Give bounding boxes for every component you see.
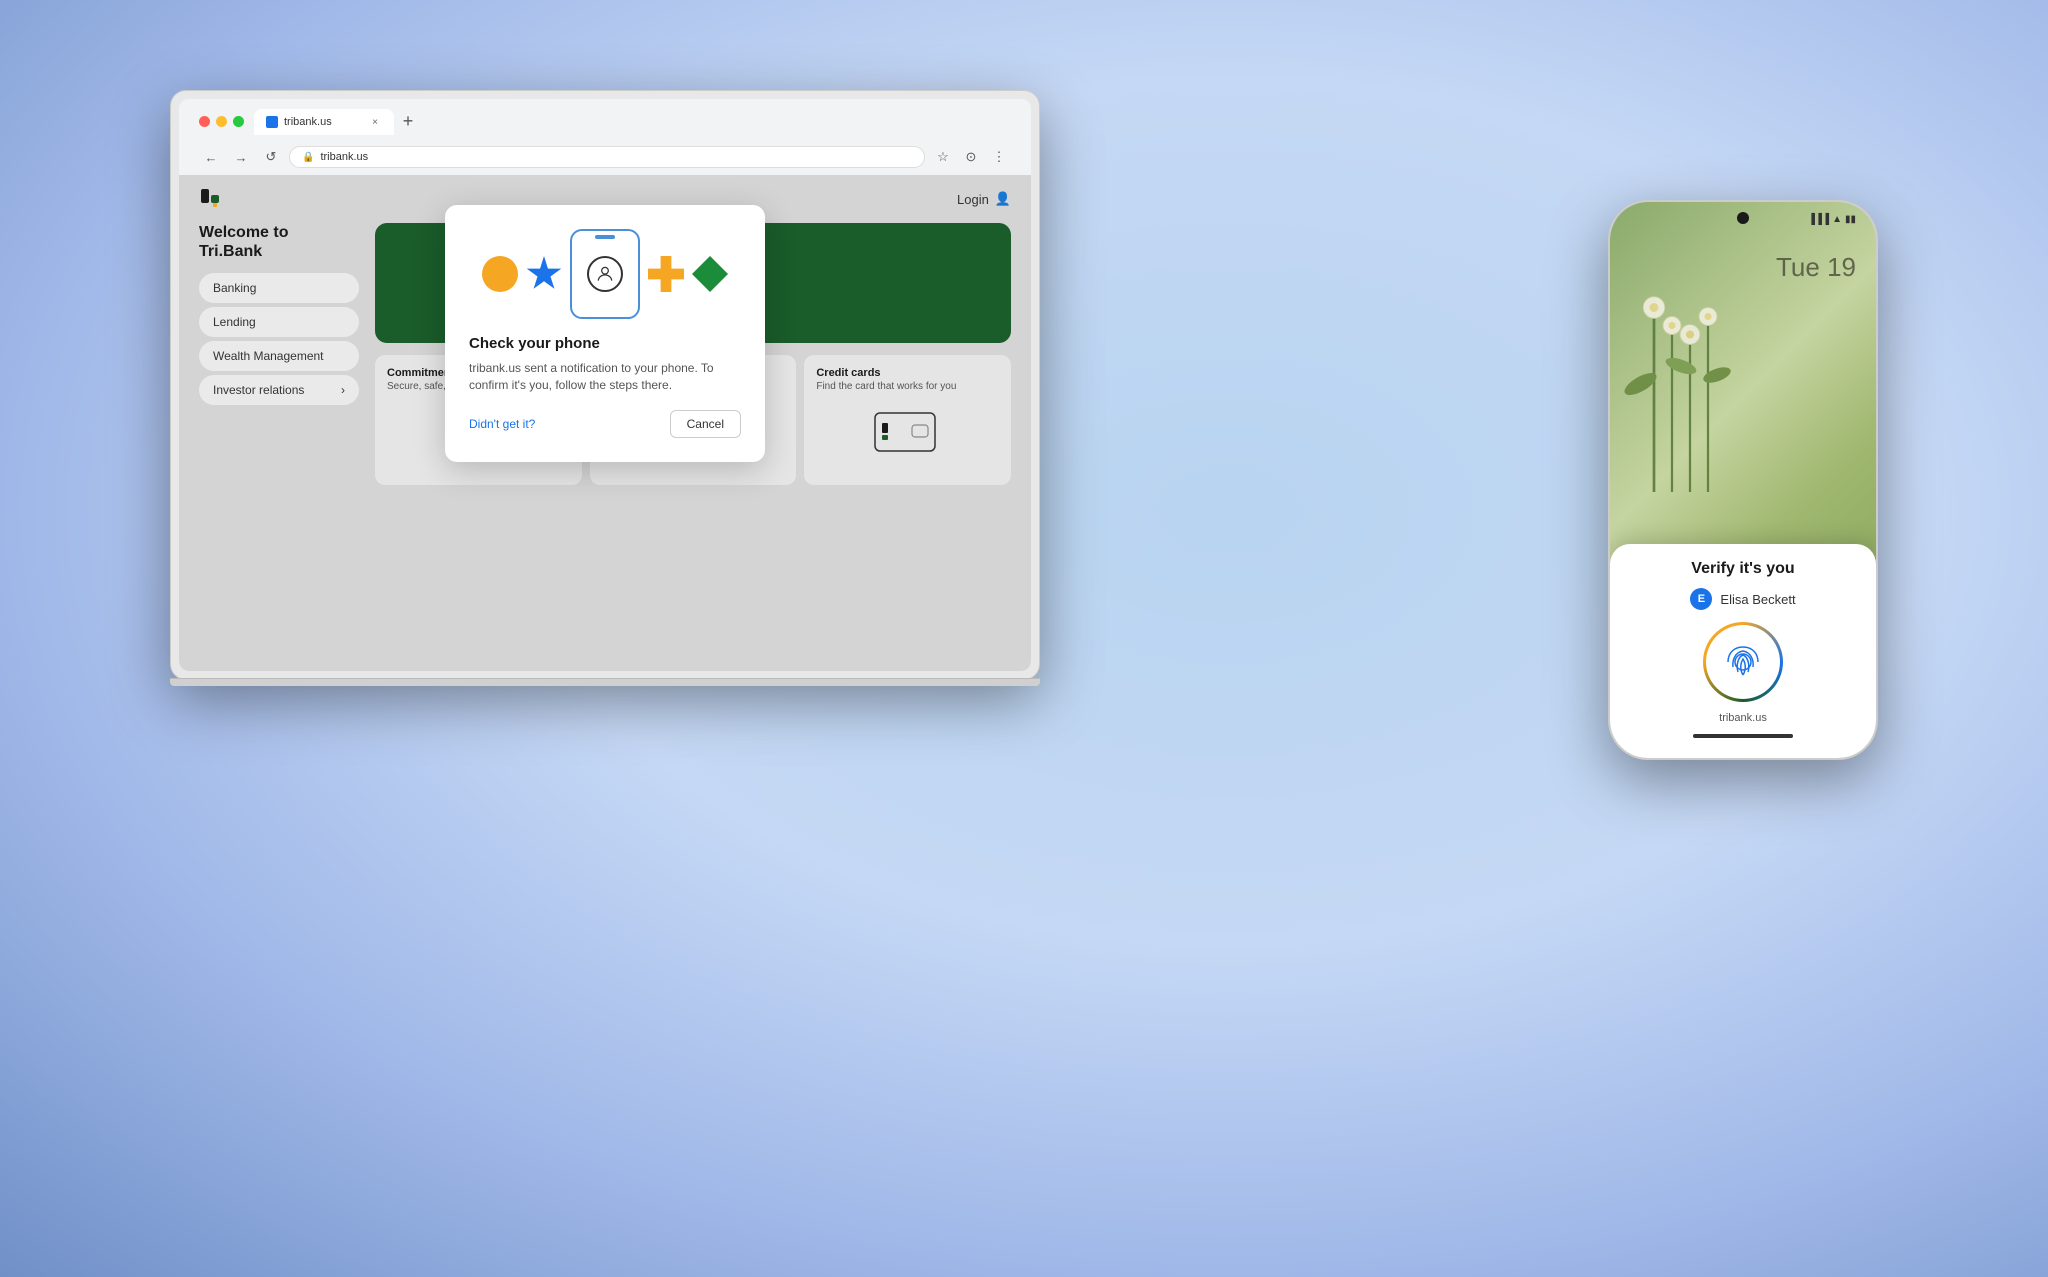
orange-cross-shape	[648, 256, 684, 292]
tab-label: tribank.us	[284, 116, 332, 128]
phone-notch	[595, 235, 615, 239]
verify-user: E Elisa Beckett	[1630, 588, 1856, 610]
dialog-icons	[469, 229, 741, 319]
dialog-title: Check your phone	[469, 335, 741, 352]
blue-star-shape	[526, 256, 562, 292]
laptop-body: tribank.us × + ← → ↺ 🔒 tribank.	[170, 90, 1040, 680]
didnt-get-it-link[interactable]: Didn't get it?	[469, 417, 535, 431]
verify-site: tribank.us	[1630, 712, 1856, 724]
browser-toolbar: ← → ↺ 🔒 tribank.us ☆ ⊙ ⋮	[189, 139, 1021, 175]
cancel-button[interactable]: Cancel	[670, 410, 741, 438]
dialog-body: tribank.us sent a notification to your p…	[469, 360, 741, 394]
browser-actions: ☆ ⊙ ⋮	[931, 145, 1011, 169]
verify-title: Verify it's you	[1630, 560, 1856, 578]
lock-icon: 🔒	[302, 152, 314, 163]
user-avatar: E	[1690, 588, 1712, 610]
close-traffic-light[interactable]	[199, 116, 210, 127]
person-icon	[587, 256, 623, 292]
browser-tab[interactable]: tribank.us ×	[254, 109, 394, 135]
wifi-icon: ▲	[1832, 214, 1842, 225]
tab-favicon	[266, 116, 278, 128]
wallpaper-flowers	[1610, 222, 1780, 492]
menu-button[interactable]: ⋮	[987, 145, 1011, 169]
laptop-base	[170, 678, 1040, 686]
dialog-actions: Didn't get it? Cancel	[469, 410, 741, 438]
user-name: Elisa Beckett	[1720, 592, 1795, 607]
fingerprint-container	[1630, 622, 1856, 702]
signal-icon: ▐▐▐	[1808, 214, 1829, 225]
back-button[interactable]: ←	[199, 145, 223, 169]
phone-camera	[1737, 212, 1749, 224]
green-diamond-shape	[692, 256, 728, 292]
browser: tribank.us × + ← → ↺ 🔒 tribank.	[179, 99, 1031, 671]
screen-bezel: tribank.us × + ← → ↺ 🔒 tribank.	[179, 99, 1031, 671]
dialog-overlay: Check your phone tribank.us sent a notif…	[179, 175, 1031, 671]
laptop: tribank.us × + ← → ↺ 🔒 tribank.	[170, 90, 1040, 710]
url-text: tribank.us	[320, 151, 368, 163]
website-content: Login 👤 Welcome to Tri.Bank	[179, 175, 1031, 671]
bookmark-button[interactable]: ☆	[931, 145, 955, 169]
orange-circle-shape	[482, 256, 518, 292]
new-tab-button[interactable]: +	[394, 107, 422, 135]
fingerprint-icon	[1718, 637, 1768, 687]
phone-date: Tue 19	[1776, 252, 1856, 283]
forward-button[interactable]: →	[229, 145, 253, 169]
address-bar[interactable]: 🔒 tribank.us	[289, 146, 925, 168]
phone-status-icons: ▐▐▐ ▲ ▮▮	[1808, 214, 1856, 225]
profile-button[interactable]: ⊙	[959, 145, 983, 169]
tab-close-button[interactable]: ×	[368, 115, 382, 129]
phone-device: Tue 19 ▐▐▐ ▲ ▮▮ ┐ Verify it's you E Elis…	[1608, 200, 1878, 760]
verify-bottom-sheet: Verify it's you E Elisa Beckett tribank.…	[1610, 544, 1876, 758]
home-indicator	[1693, 734, 1793, 738]
refresh-button[interactable]: ↺	[259, 145, 283, 169]
traffic-lights	[199, 116, 244, 127]
fingerprint-ring	[1703, 622, 1783, 702]
browser-chrome: tribank.us × + ← → ↺ 🔒 tribank.	[179, 99, 1031, 175]
phone-frame-icon	[570, 229, 640, 319]
minimize-traffic-light[interactable]	[216, 116, 227, 127]
check-phone-dialog: Check your phone tribank.us sent a notif…	[445, 205, 765, 462]
maximize-traffic-light[interactable]	[233, 116, 244, 127]
battery-icon: ▮▮	[1845, 214, 1856, 225]
